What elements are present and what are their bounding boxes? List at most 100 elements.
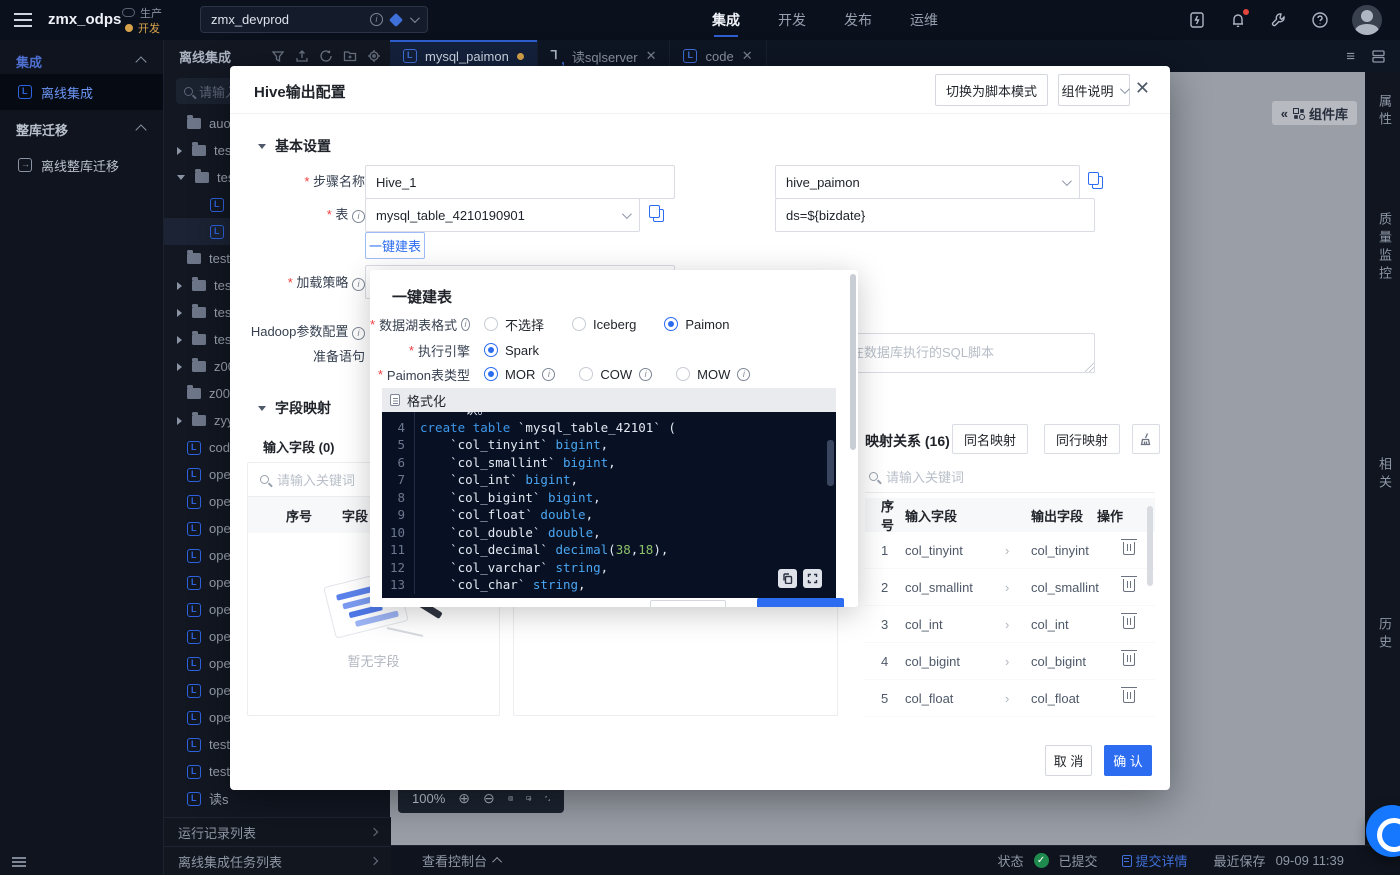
lake-format-option-Paimon[interactable]: Paimon xyxy=(664,315,729,334)
datasource-select[interactable]: hive_paimon xyxy=(775,165,1080,199)
table-select[interactable]: mysql_table_4210190901 xyxy=(365,198,640,232)
tab-list-icon[interactable]: ≡ xyxy=(1346,48,1355,65)
export-icon[interactable] xyxy=(295,49,309,63)
layout-icon[interactable] xyxy=(1371,49,1386,64)
step-name-input[interactable] xyxy=(365,165,675,199)
component-library-button[interactable]: « 组件库 xyxy=(1271,101,1357,125)
copy-icon[interactable] xyxy=(649,205,664,222)
submit-detail-link[interactable]: 提交详情 xyxy=(1121,851,1188,870)
zoom-in-icon[interactable]: ⊕ xyxy=(458,791,470,805)
nav-item-开发[interactable]: 开发 xyxy=(778,0,806,40)
radio-icon[interactable] xyxy=(572,317,587,331)
paimon-type-option-MOW[interactable]: MOW i xyxy=(676,367,751,382)
delete-icon[interactable] xyxy=(1121,576,1137,592)
panel-bottom-row[interactable]: 运行记录列表 xyxy=(164,817,391,846)
tree-caret-icon[interactable] xyxy=(177,308,182,317)
tree-caret-icon[interactable] xyxy=(177,335,182,344)
locate-icon[interactable] xyxy=(367,49,381,63)
bottom-menu-icon[interactable] xyxy=(12,857,26,867)
section-basic-settings[interactable]: 基本设置 xyxy=(258,136,331,156)
console-toggle[interactable]: 查看控制台 xyxy=(422,851,503,870)
delete-icon[interactable] xyxy=(1121,687,1137,703)
same-name-mapping-button[interactable]: 同名映射 xyxy=(952,424,1028,454)
right-tab-质量监控[interactable]: 质量监控 xyxy=(1375,212,1394,284)
resize-handle[interactable] xyxy=(1085,363,1094,372)
help-icon[interactable] xyxy=(1311,11,1329,29)
right-tab-相关[interactable]: 相关 xyxy=(1375,457,1394,493)
tree-caret-icon[interactable] xyxy=(177,175,185,180)
component-doc-button[interactable]: 组件说明 xyxy=(1058,74,1130,106)
lake-format-option-Iceberg[interactable]: Iceberg xyxy=(572,315,636,334)
avatar[interactable] xyxy=(1352,5,1382,35)
collapse-icon[interactable] xyxy=(135,124,147,136)
code-copy-button[interactable] xyxy=(778,569,797,588)
tools-icon[interactable] xyxy=(1270,11,1288,29)
copy-icon[interactable] xyxy=(1088,172,1103,189)
mapping-search[interactable]: 请输入关键词 xyxy=(865,461,1155,493)
node-icon xyxy=(187,467,201,482)
info-icon: i xyxy=(461,317,470,331)
code-scrollbar[interactable] xyxy=(827,440,834,486)
changelog-icon[interactable] xyxy=(1188,11,1206,29)
tree-caret-icon[interactable] xyxy=(177,146,182,155)
delete-icon[interactable] xyxy=(1121,613,1137,629)
delete-icon[interactable] xyxy=(1121,539,1137,555)
panel-bottom-row[interactable]: 离线集成任务列表 xyxy=(164,846,391,875)
sidebar-item-offline-integration[interactable]: 离线集成 xyxy=(0,74,163,110)
code-expand-button[interactable] xyxy=(803,569,822,588)
create-table-button[interactable]: 一键建表 xyxy=(365,232,425,259)
close-icon[interactable]: ✕ xyxy=(742,48,753,64)
minimap-icon[interactable] xyxy=(526,792,532,805)
paimon-type-option-COW[interactable]: COW i xyxy=(579,367,653,382)
collapse-icon[interactable] xyxy=(135,56,147,68)
notifications-icon[interactable] xyxy=(1229,9,1249,29)
radio-icon[interactable] xyxy=(579,367,594,381)
nav-item-发布[interactable]: 发布 xyxy=(844,0,872,40)
radio-icon[interactable] xyxy=(676,367,691,381)
format-button-bar[interactable]: 格式化 xyxy=(382,388,836,412)
filter-icon[interactable] xyxy=(271,49,285,63)
tree-caret-icon[interactable] xyxy=(177,416,182,425)
radio-icon[interactable] xyxy=(664,317,679,331)
paimon-type-option-MOR[interactable]: MOR i xyxy=(484,367,556,382)
right-tab-历史[interactable]: 历史 xyxy=(1375,617,1394,653)
workspace-select[interactable]: zmx_devprod i xyxy=(200,6,428,33)
fullscreen-icon[interactable] xyxy=(544,792,550,805)
sidebar-group-integration[interactable]: 集成 xyxy=(16,52,42,71)
sidebar-group-migration[interactable]: 整库迁移 xyxy=(16,120,68,139)
delete-icon[interactable] xyxy=(1121,650,1137,666)
clear-mapping-button[interactable] xyxy=(1132,424,1160,454)
tree-caret-icon[interactable] xyxy=(177,362,182,371)
engine-option-Spark[interactable]: Spark xyxy=(484,343,539,358)
radio-icon[interactable] xyxy=(484,367,498,381)
section-field-mapping[interactable]: 字段映射 xyxy=(258,398,331,418)
lake-format-option-不选择[interactable]: 不选择 xyxy=(484,315,544,334)
nav-item-运维[interactable]: 运维 xyxy=(910,0,938,40)
popup-scrollbar[interactable] xyxy=(850,274,856,450)
new-folder-icon[interactable] xyxy=(343,49,357,63)
same-row-mapping-button[interactable]: 同行映射 xyxy=(1044,424,1120,454)
radio-icon[interactable] xyxy=(484,343,498,357)
switch-script-mode-button[interactable]: 切换为脚本模式 xyxy=(935,74,1048,106)
popup-confirm-button[interactable] xyxy=(757,598,844,607)
last-saved-label: 最近保存 xyxy=(1213,854,1266,869)
node-icon xyxy=(187,521,201,536)
sidebar-item-offline-migration[interactable]: 离线整库迁移 xyxy=(0,148,163,182)
popup-cancel-button[interactable] xyxy=(650,600,726,607)
env-toggle[interactable]: 生产 开发 xyxy=(122,5,192,35)
close-icon[interactable]: ✕ xyxy=(1135,78,1150,99)
radio-icon[interactable] xyxy=(484,317,498,331)
fit-view-icon[interactable] xyxy=(508,792,513,805)
cancel-button[interactable]: 取 消 xyxy=(1045,745,1092,776)
menu-icon[interactable] xyxy=(14,13,32,27)
sql-code-editor[interactable]: 认。4create table `mysql_table_42101` (5 `… xyxy=(382,412,836,598)
mapping-scrollbar[interactable] xyxy=(1147,506,1153,586)
refresh-icon[interactable] xyxy=(319,49,333,63)
nav-item-集成[interactable]: 集成 xyxy=(712,0,740,40)
close-icon[interactable]: ✕ xyxy=(646,48,657,64)
tree-caret-icon[interactable] xyxy=(177,281,182,290)
partition-input[interactable] xyxy=(775,198,1095,232)
right-tab-属性[interactable]: 属性 xyxy=(1375,94,1394,130)
zoom-out-icon[interactable]: ⊖ xyxy=(483,791,495,805)
confirm-button[interactable]: 确 认 xyxy=(1104,745,1152,776)
